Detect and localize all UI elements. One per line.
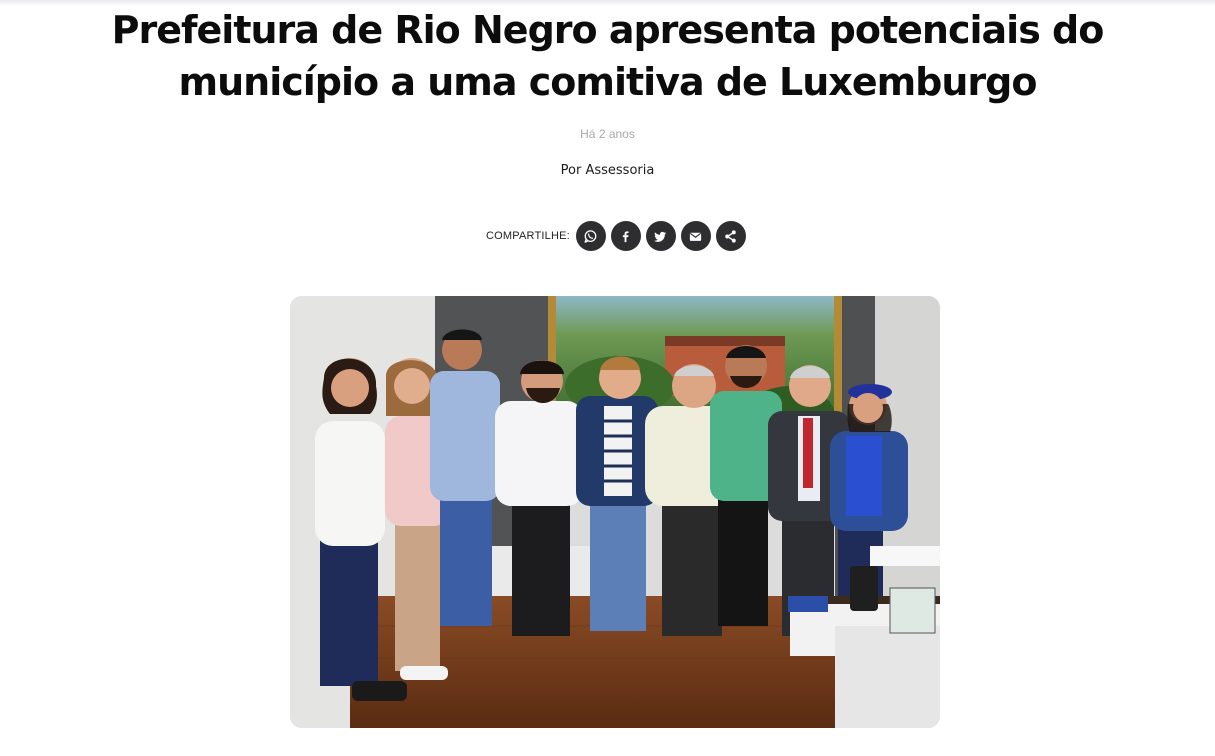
share-icon: [725, 229, 737, 243]
whatsapp-icon: [584, 229, 597, 243]
article-title: Prefeitura de Rio Negro apresenta potenc…: [111, 8, 1105, 104]
share-share-button[interactable]: [715, 221, 746, 251]
facebook-icon: [623, 230, 629, 242]
article-byline: Por Assessoria: [560, 163, 655, 178]
whatsapp-share-button[interactable]: [575, 221, 606, 251]
article-date: Há 2 anos: [580, 127, 635, 141]
facebook-share-button[interactable]: [610, 221, 641, 251]
twitter-icon: [654, 231, 667, 242]
group-photo-illustration: [290, 296, 940, 728]
twitter-share-button[interactable]: [645, 221, 676, 251]
share-bar: COMPARTILHE:: [486, 220, 746, 252]
article-photo: [290, 296, 940, 728]
article: Prefeitura de Rio Negro apresenta potenc…: [0, 0, 1215, 756]
share-label: COMPARTILHE:: [486, 230, 570, 242]
email-share-button[interactable]: [680, 221, 711, 251]
email-icon: [690, 232, 702, 241]
